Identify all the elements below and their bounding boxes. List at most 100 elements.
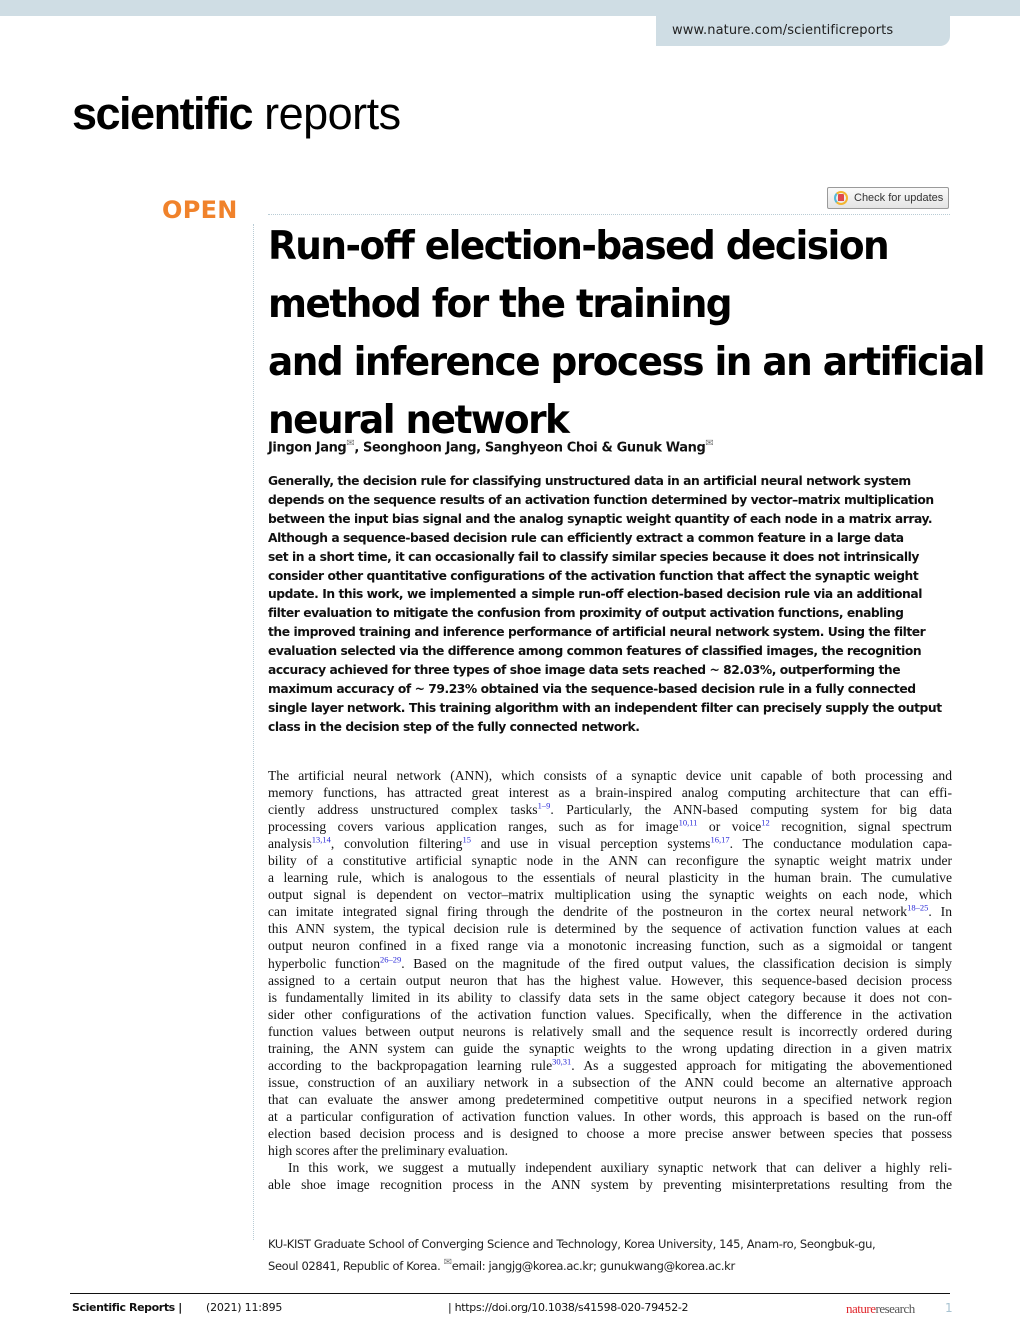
body-text-segment: a learning rule, which is analogous to t… bbox=[268, 870, 952, 886]
body-text: The artificial neural network (ANN), whi… bbox=[268, 767, 952, 1193]
affiliation: KU-KIST Graduate School of Converging Sc… bbox=[268, 1236, 958, 1275]
abstract-line: between the input bias signal and the an… bbox=[268, 511, 933, 526]
body-line: this ANN system, the typical decision ru… bbox=[268, 920, 952, 937]
top-bar bbox=[0, 0, 1020, 16]
author-list: Jingon Jang ✉, Seonghoon Jang, Sanghyeon … bbox=[268, 438, 714, 456]
email-addresses[interactable]: jangjg@korea.ac.kr; gunukwang@korea.ac.k… bbox=[489, 1258, 736, 1272]
logo-bold-text: scientific bbox=[72, 88, 254, 139]
body-line: a learning rule, which is analogous to t… bbox=[268, 869, 952, 886]
nature-research-logo: natureresearch bbox=[846, 1301, 915, 1317]
body-text-segment: able shoe image recognition process in t… bbox=[268, 1177, 952, 1193]
check-for-updates-label: Check for updates bbox=[854, 192, 944, 204]
reference-link[interactable]: 30,31 bbox=[552, 1056, 571, 1066]
footer-rule bbox=[70, 1293, 950, 1294]
body-text-segment: assigned to a certain output neuron that… bbox=[268, 972, 952, 988]
body-text-segment: and use in visual perception systems bbox=[470, 836, 711, 852]
reference-link[interactable]: 16,17 bbox=[710, 835, 729, 845]
body-line: memory functions, has attracted great in… bbox=[268, 784, 952, 801]
body-line: is fundamentally limited in its ability … bbox=[268, 989, 952, 1006]
body-text-segment: output neuron confined in a fixed range … bbox=[268, 938, 952, 954]
body-line: output signal is dependent on vector–mat… bbox=[268, 886, 952, 903]
open-access-label: OPEN bbox=[162, 196, 238, 224]
body-line: can imitate integrated signal firing thr… bbox=[268, 903, 952, 920]
header-divider bbox=[268, 214, 950, 215]
body-text-segment: analysis bbox=[268, 836, 312, 852]
abstract-line: set in a short time, it can occasionally… bbox=[268, 549, 919, 564]
page-number: 1 bbox=[945, 1301, 953, 1315]
reference-link[interactable]: 1–9 bbox=[538, 801, 551, 811]
abstract-line: filter evaluation to mitigate the confus… bbox=[268, 606, 904, 621]
body-text-segment: function values between output neurons i… bbox=[268, 1023, 952, 1039]
nature-wordmark: nature bbox=[846, 1301, 876, 1316]
body-text-segment: . Particularly, the ANN-based computing … bbox=[550, 802, 952, 818]
reference-link[interactable]: 26–29 bbox=[380, 954, 401, 964]
body-line: processing covers various application ra… bbox=[268, 818, 952, 835]
author-separator: , bbox=[354, 440, 363, 456]
author-name[interactable]: Seonghoon Jang bbox=[363, 440, 477, 455]
body-text-segment: The artificial neural network (ANN), whi… bbox=[268, 768, 952, 783]
body-text-segment: recognition, signal spectrum bbox=[769, 819, 952, 835]
body-text-segment: hyperbolic function bbox=[268, 955, 381, 971]
abstract-line: Although a sequence-based decision rule … bbox=[268, 530, 904, 545]
check-for-updates-button[interactable]: Check for updates bbox=[827, 187, 949, 209]
reference-link[interactable]: 12 bbox=[761, 818, 770, 828]
body-text-segment: that can evaluate the answer among prede… bbox=[268, 1091, 952, 1107]
body-line: output neuron confined in a fixed range … bbox=[268, 937, 952, 954]
abstract-line: evaluation selected via the difference a… bbox=[268, 644, 922, 659]
body-line: analysis13,14, convolution filtering15 a… bbox=[268, 835, 952, 852]
author-name[interactable]: Gunuk Wang bbox=[617, 440, 706, 455]
body-line: hyperbolic function26–29. Based on the m… bbox=[268, 955, 952, 972]
body-line: The artificial neural network (ANN), whi… bbox=[268, 767, 952, 784]
abstract-line: class in the decision step of the fully … bbox=[268, 719, 640, 734]
body-text-segment: , convolution filtering bbox=[330, 836, 463, 852]
reference-link[interactable]: 18–25 bbox=[907, 903, 928, 913]
title-line: and inference process in an artificial bbox=[268, 340, 986, 385]
abstract-line: consider other quantitative configuratio… bbox=[268, 568, 919, 583]
author-name[interactable]: Sanghyeon Choi bbox=[485, 440, 598, 455]
footer-journal: Scientific Reports | bbox=[72, 1301, 182, 1314]
body-text-segment: . The conductance modulation capa- bbox=[729, 836, 952, 852]
affiliation-line: KU-KIST Graduate School of Converging Sc… bbox=[268, 1237, 876, 1251]
body-text-segment: sider other configurations of the activa… bbox=[268, 1006, 952, 1022]
body-line: issue, construction of an auxiliary netw… bbox=[268, 1074, 952, 1091]
email-label: email: bbox=[451, 1258, 489, 1273]
footer-citation: (2021) 11:895 bbox=[206, 1301, 283, 1314]
journal-url[interactable]: www.nature.com/scientificreports bbox=[656, 16, 950, 46]
reference-link[interactable]: 15 bbox=[462, 835, 471, 845]
mail-icon: ✉ bbox=[443, 1256, 452, 1268]
abstract-line: single layer network. This training algo… bbox=[268, 700, 942, 715]
body-text-segment: output signal is dependent on vector–mat… bbox=[268, 887, 952, 903]
body-line: bility of a constitutive artificial syna… bbox=[268, 852, 952, 869]
body-text-segment: . As a suggested approach for mitigating… bbox=[571, 1057, 952, 1073]
title-line: method for the training bbox=[268, 282, 733, 327]
reference-link[interactable]: 10,11 bbox=[679, 818, 698, 828]
author-name[interactable]: Jingon Jang bbox=[268, 440, 347, 455]
body-line: ciently address unstructured complex tas… bbox=[268, 801, 952, 818]
journal-logo[interactable]: scientific reports bbox=[72, 86, 401, 142]
affiliation-address: Seoul 02841, Republic of Korea. bbox=[268, 1258, 444, 1273]
body-line: assigned to a certain output neuron that… bbox=[268, 972, 952, 989]
abstract-line: accuracy achieved for three types of sho… bbox=[268, 663, 901, 678]
body-text-segment: at a particular configuration of activat… bbox=[268, 1108, 952, 1124]
body-text-segment: In this work, we suggest a mutually inde… bbox=[288, 1160, 952, 1176]
body-line: able shoe image recognition process in t… bbox=[268, 1176, 952, 1193]
body-line: function values between output neurons i… bbox=[268, 1023, 952, 1040]
abstract-line: depends on the sequence results of an ac… bbox=[268, 492, 934, 507]
reference-link[interactable]: 13,14 bbox=[312, 835, 331, 845]
body-line: sider other configurations of the activa… bbox=[268, 1006, 952, 1023]
affiliation-line: Seoul 02841, Republic of Korea. ✉email: … bbox=[268, 1254, 958, 1275]
mail-icon[interactable]: ✉ bbox=[705, 438, 713, 449]
author-separator: & bbox=[597, 440, 617, 456]
title-line: Run-off election-based decision bbox=[268, 224, 890, 269]
body-text-segment: ciently address unstructured complex tas… bbox=[268, 802, 538, 818]
footer-doi-link[interactable]: | https://doi.org/10.1038/s41598-020-794… bbox=[448, 1301, 689, 1314]
body-text-segment: according to the backpropagation learnin… bbox=[268, 1057, 553, 1073]
abstract-line: Generally, the decision rule for classif… bbox=[268, 474, 911, 488]
abstract: Generally, the decision rule for classif… bbox=[268, 472, 952, 737]
body-line: according to the backpropagation learnin… bbox=[268, 1057, 952, 1074]
logo-light-text: reports bbox=[264, 88, 401, 139]
body-line: In this work, we suggest a mutually inde… bbox=[268, 1159, 952, 1176]
margin-divider bbox=[253, 224, 254, 1240]
body-line: training, the ANN system can guide the s… bbox=[268, 1040, 952, 1057]
body-text-segment: can imitate integrated signal firing thr… bbox=[268, 904, 908, 920]
